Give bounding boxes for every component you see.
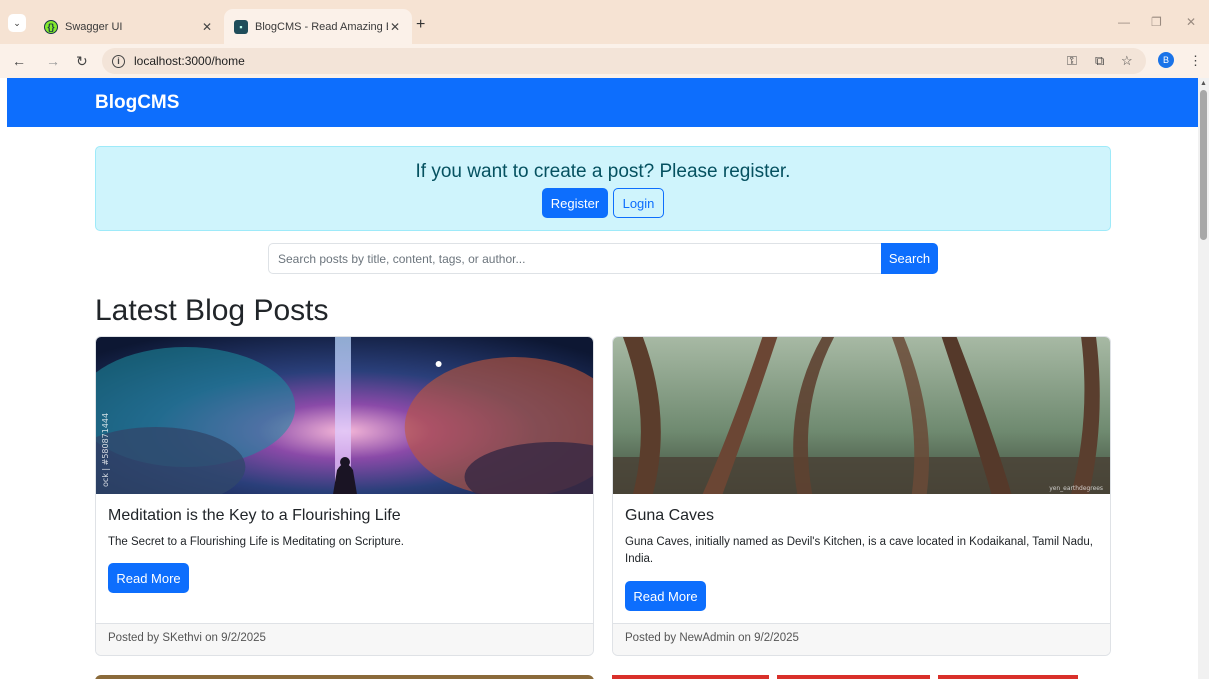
login-button[interactable]: Login xyxy=(613,188,664,218)
register-button[interactable]: Register xyxy=(542,188,608,218)
back-icon[interactable]: ← xyxy=(12,53,26,69)
post-excerpt: Guna Caves, initially named as Devil's K… xyxy=(625,536,1093,565)
brand-logo[interactable]: BlogCMS xyxy=(95,92,179,114)
restore-icon[interactable]: ❐ xyxy=(1151,15,1162,29)
post-excerpt: The Secret to a Flourishing Life is Medi… xyxy=(108,536,404,548)
tab-blogcms[interactable]: ▪ BlogCMS - Read Amazing Blog ✕ xyxy=(224,9,412,44)
tab-title: Swagger UI xyxy=(65,20,123,33)
swagger-favicon-icon: {} xyxy=(44,19,58,34)
read-more-button[interactable]: Read More xyxy=(625,581,706,611)
register-alert: If you want to create a post? Please reg… xyxy=(95,146,1111,231)
page-scrollbar[interactable]: ▲ xyxy=(1198,78,1209,679)
search-input[interactable] xyxy=(268,243,882,274)
next-post-card-peek xyxy=(95,675,594,679)
post-title[interactable]: Guna Caves xyxy=(625,507,714,525)
tab-title: BlogCMS - Read Amazing Blog xyxy=(255,20,388,33)
window-close-icon[interactable]: ✕ xyxy=(1186,15,1196,29)
post-meta: Posted by SKethvi on 9/2/2025 xyxy=(96,623,593,655)
password-key-icon[interactable]: ⚿ xyxy=(1067,53,1077,69)
site-navbar: BlogCMS xyxy=(7,78,1198,127)
browser-toolbar: ← → ↻ i localhost:3000/home ⚿ ⧉ ☆ ⋮ xyxy=(0,44,1209,78)
next-post-card-peek xyxy=(938,675,1078,679)
blogcms-favicon-icon: ▪ xyxy=(234,19,248,34)
reload-icon[interactable]: ↻ xyxy=(76,53,88,70)
minimize-icon[interactable]: — xyxy=(1118,15,1130,29)
guna-caves-post-image: yen_earthdegrees xyxy=(613,337,1110,494)
browser-tabstrip: ⌄ {} Swagger UI ✕ ▪ BlogCMS - Read Amazi… xyxy=(0,0,1209,44)
next-post-card-peek xyxy=(612,675,769,679)
blog-post-card: yen_earthdegrees Guna Caves Guna Caves, … xyxy=(612,336,1111,656)
post-title[interactable]: Meditation is the Key to a Flourishing L… xyxy=(108,507,401,525)
address-bar[interactable]: i localhost:3000/home xyxy=(102,48,1146,74)
tab-swagger[interactable]: {} Swagger UI ✕ xyxy=(34,9,224,44)
close-icon[interactable]: ✕ xyxy=(200,20,214,34)
search-button[interactable]: Search xyxy=(881,243,938,274)
url-text: localhost:3000/home xyxy=(134,54,245,68)
alert-message: If you want to create a post? Please reg… xyxy=(415,161,791,182)
site-info-icon[interactable]: i xyxy=(112,54,125,68)
menu-kebab-icon[interactable]: ⋮ xyxy=(1189,53,1202,69)
image-watermark: ock | #580871444 xyxy=(101,413,110,487)
tab-search-button[interactable]: ⌄ xyxy=(8,14,26,32)
profile-avatar[interactable]: B xyxy=(1158,52,1174,68)
new-tab-icon[interactable]: + xyxy=(416,16,425,34)
scrollbar-thumb[interactable] xyxy=(1200,90,1207,240)
close-icon[interactable]: ✕ xyxy=(388,20,402,34)
next-post-card-peek xyxy=(777,675,930,679)
forward-icon[interactable]: → xyxy=(46,53,60,69)
page-title: Latest Blog Posts xyxy=(95,294,329,327)
bookmark-star-icon[interactable]: ☆ xyxy=(1121,53,1133,69)
cast-icon[interactable]: ⧉ xyxy=(1095,53,1104,69)
blog-post-card: ock | #580871444 Meditation is the Key t… xyxy=(95,336,594,656)
scroll-up-icon[interactable]: ▲ xyxy=(1200,80,1207,87)
meditation-post-image: ock | #580871444 xyxy=(96,337,593,494)
image-watermark: yen_earthdegrees xyxy=(1049,485,1103,492)
page-viewport: BlogCMS If you want to create a post? Pl… xyxy=(0,78,1198,679)
post-meta: Posted by NewAdmin on 9/2/2025 xyxy=(613,623,1110,655)
read-more-button[interactable]: Read More xyxy=(108,563,189,593)
